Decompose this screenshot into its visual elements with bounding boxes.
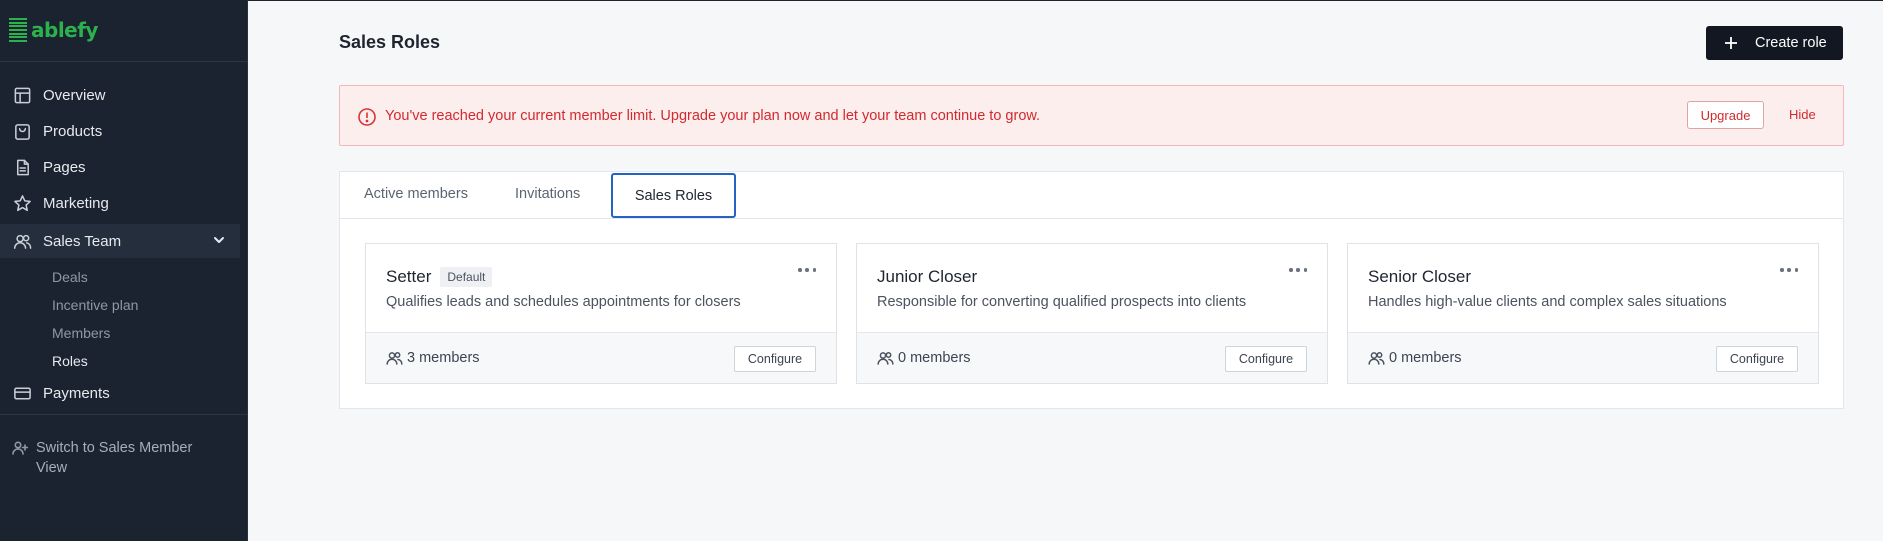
sidebar-divider [0, 61, 248, 62]
sidebar-divider [0, 414, 248, 415]
role-card-header: Senior Closer Handles high-value clients… [1348, 244, 1818, 332]
role-title: Junior Closer [877, 267, 977, 287]
role-card-footer: 3 members Configure [366, 332, 836, 383]
default-badge: Default [440, 267, 493, 287]
sidebar-subitem-incentive-plan[interactable]: Incentive plan [52, 297, 138, 313]
users-icon [1368, 350, 1385, 366]
sidebar: ablefy Overview Products Pages Marketing… [0, 0, 248, 541]
role-title: Senior Closer [1368, 267, 1471, 287]
role-name: Junior Closer [877, 267, 978, 286]
create-role-label: Create role [1755, 35, 1827, 51]
role-card-junior-closer: Junior Closer Responsible for converting… [856, 243, 1328, 384]
configure-button[interactable]: Configure [1716, 346, 1798, 372]
tab-bar: Active members Invitations Sales Roles [340, 172, 1843, 219]
top-border [248, 0, 1883, 1]
brand-name: ablefy [31, 18, 98, 42]
sidebar-item-label: Marketing [43, 194, 109, 212]
role-name: Senior Closer [1368, 267, 1471, 286]
more-options-icon[interactable] [1780, 268, 1798, 276]
card-icon [12, 383, 32, 403]
tab-sales-roles[interactable]: Sales Roles [611, 173, 736, 218]
switch-view-link[interactable]: Switch to Sales Member View [12, 438, 227, 478]
user-plus-icon [12, 440, 30, 458]
users-icon [12, 231, 32, 251]
sidebar-item-label: Overview [43, 86, 106, 104]
sidebar-item-label: Sales Team [43, 232, 122, 250]
member-count-label: 0 members [898, 350, 971, 366]
role-card-senior-closer: Senior Closer Handles high-value clients… [1347, 243, 1819, 384]
sidebar-subitem-members[interactable]: Members [52, 325, 110, 341]
sidebar-item-marketing[interactable]: Marketing [0, 186, 240, 220]
roles-panel: Active members Invitations Sales Roles S… [339, 171, 1844, 409]
member-count-label: 3 members [407, 350, 480, 366]
member-count: 3 members [386, 350, 480, 366]
role-card-footer: 0 members Configure [1348, 332, 1818, 383]
chevron-down-icon[interactable] [212, 233, 226, 251]
alert-message: You've reached your current member limit… [385, 108, 1041, 124]
create-role-button[interactable]: Create role [1706, 26, 1843, 60]
role-title: Setter Default [386, 267, 493, 287]
member-count: 0 members [1368, 350, 1462, 366]
users-icon [386, 350, 403, 366]
sidebar-item-label: Products [43, 122, 103, 140]
users-icon [877, 350, 894, 366]
document-icon [12, 157, 32, 177]
member-limit-alert: You've reached your current member limit… [339, 85, 1844, 146]
layout-icon [12, 85, 32, 105]
member-count-label: 0 members [1389, 350, 1462, 366]
sidebar-item-payments[interactable]: Payments [0, 376, 240, 410]
role-name: Setter [386, 267, 432, 286]
sidebar-item-sales-team[interactable]: Sales Team [0, 224, 240, 258]
role-description: Handles high-value clients and complex s… [1368, 294, 1727, 310]
tab-invitations[interactable]: Invitations [515, 186, 580, 202]
alert-circle-icon [357, 107, 377, 127]
role-description: Qualifies leads and schedules appointmen… [386, 294, 741, 310]
bag-icon [12, 121, 32, 141]
star-icon [12, 193, 32, 213]
logo-mark-icon [9, 18, 27, 42]
sidebar-item-label: Pages [43, 158, 86, 176]
sidebar-subitem-roles[interactable]: Roles [52, 353, 88, 369]
sidebar-subitem-deals[interactable]: Deals [52, 269, 88, 285]
configure-button[interactable]: Configure [1225, 346, 1307, 372]
role-description: Responsible for converting qualified pro… [877, 294, 1247, 310]
sidebar-item-pages[interactable]: Pages [0, 150, 240, 184]
configure-button[interactable]: Configure [734, 346, 816, 372]
role-card-header: Setter Default Qualifies leads and sched… [366, 244, 836, 332]
member-count: 0 members [877, 350, 971, 366]
plus-icon [1724, 36, 1738, 50]
more-options-icon[interactable] [1289, 268, 1307, 276]
role-card-footer: 0 members Configure [857, 332, 1327, 383]
role-card-header: Junior Closer Responsible for converting… [857, 244, 1327, 332]
upgrade-button[interactable]: Upgrade [1687, 101, 1764, 129]
hide-alert-link[interactable]: Hide [1789, 107, 1816, 122]
role-card-setter: Setter Default Qualifies leads and sched… [365, 243, 837, 384]
page-title: Sales Roles [339, 32, 441, 52]
ablefy-logo[interactable]: ablefy [9, 18, 98, 42]
more-options-icon[interactable] [798, 268, 816, 276]
sidebar-item-label: Payments [43, 384, 110, 402]
switch-view-label: Switch to Sales Member View [35, 440, 193, 476]
sidebar-item-products[interactable]: Products [0, 114, 240, 148]
sidebar-item-overview[interactable]: Overview [0, 78, 240, 112]
tab-active-members[interactable]: Active members [364, 186, 468, 202]
